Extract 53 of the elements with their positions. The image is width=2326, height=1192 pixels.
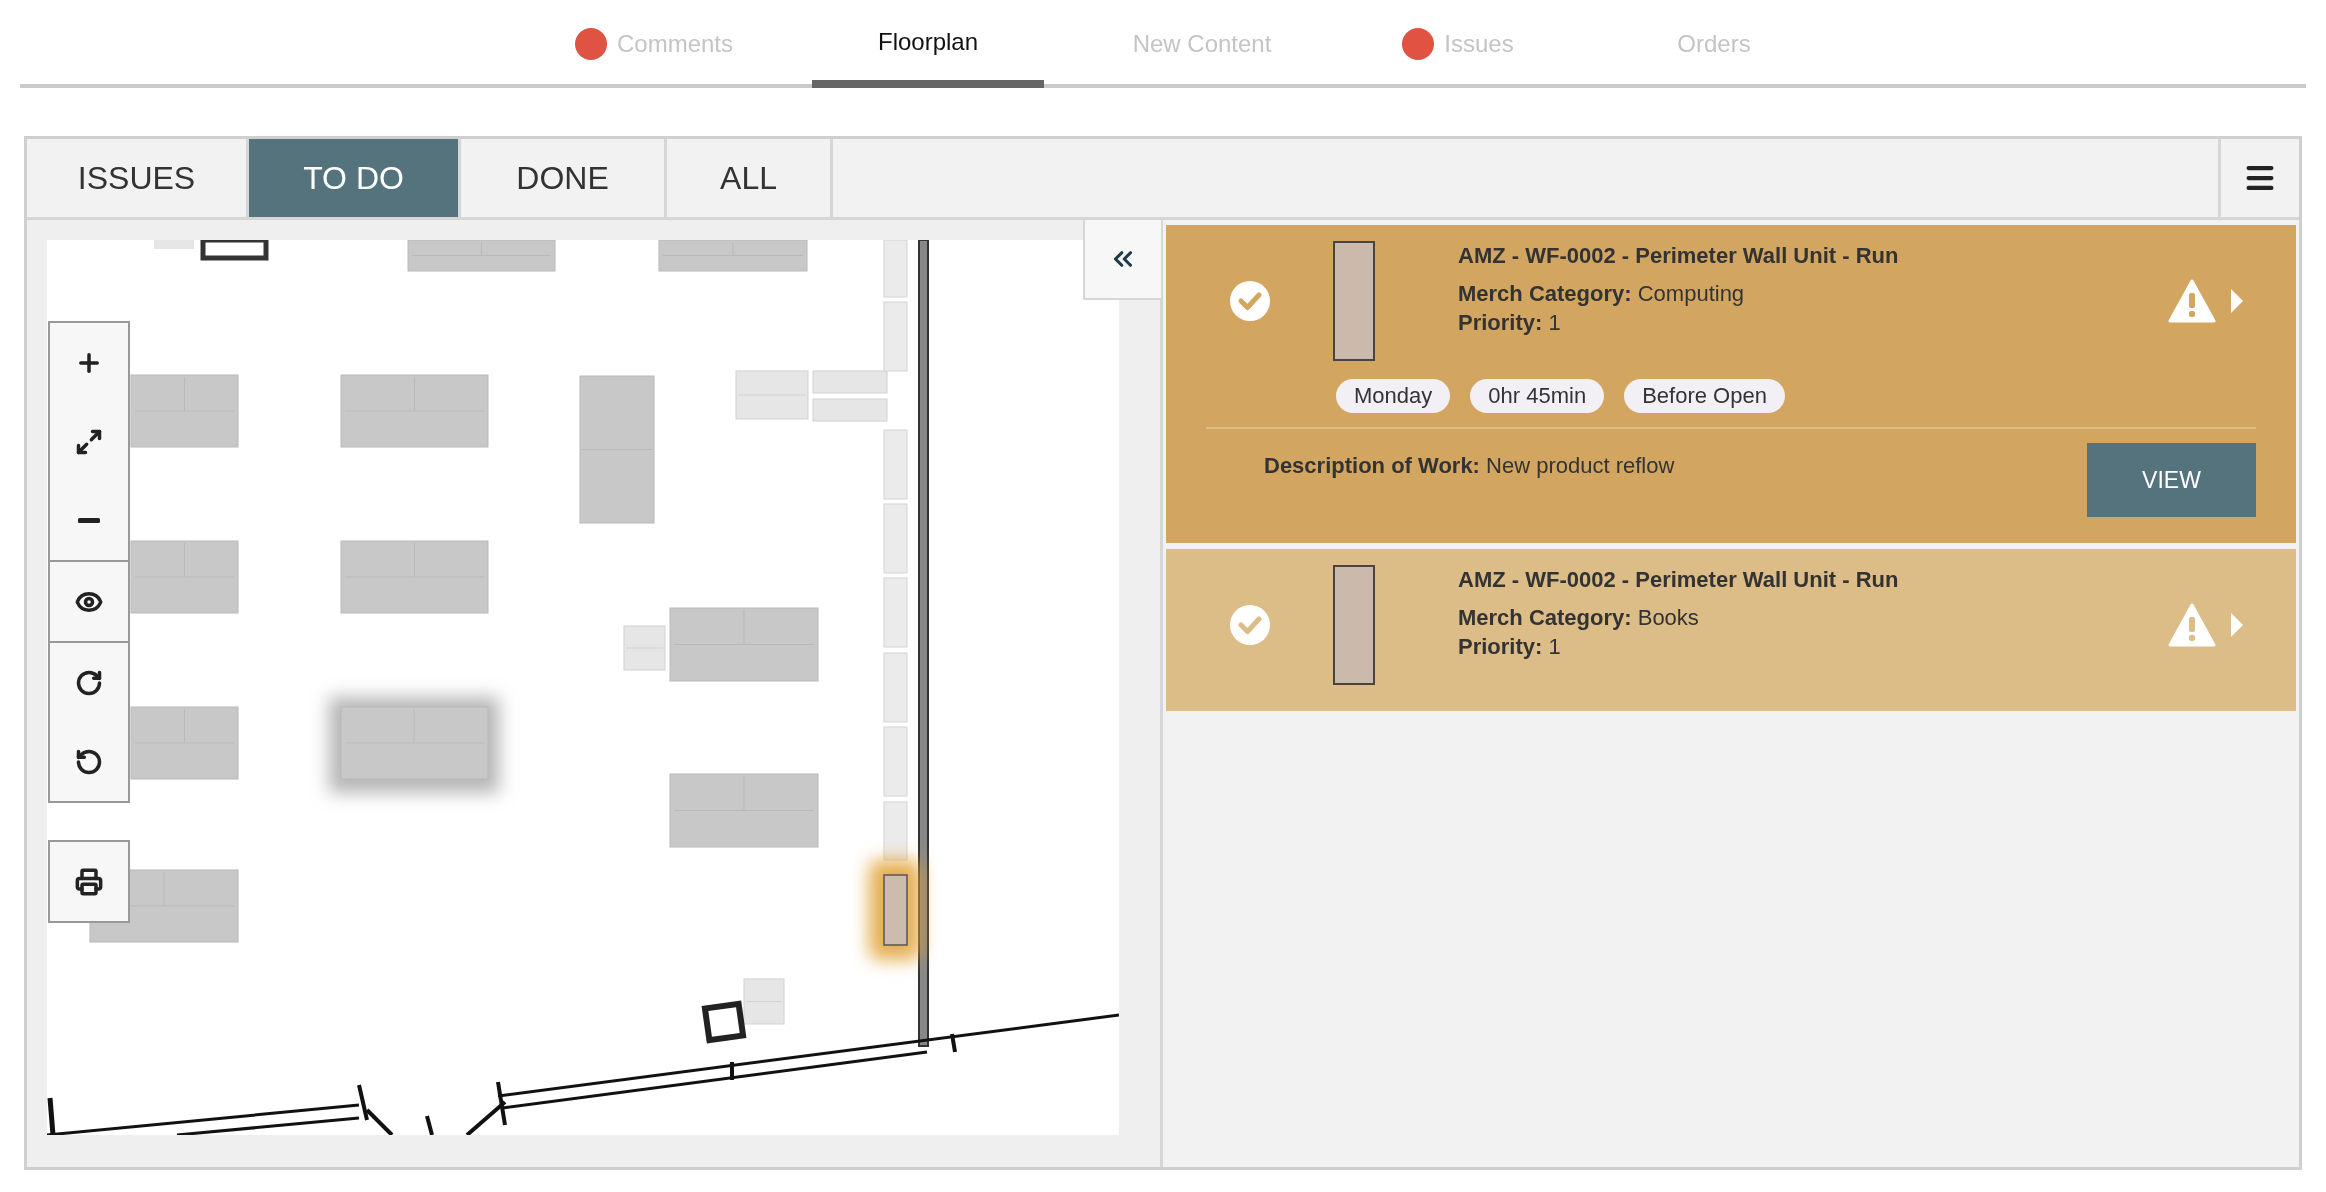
wall-line [425,1115,434,1135]
wall-shelf-unit[interactable] [883,577,908,648]
shelf-unit[interactable] [735,370,809,420]
wall-shelf-unit[interactable] [883,652,908,723]
shelf-unit[interactable] [812,398,888,422]
shelf-unit[interactable] [340,540,489,614]
wall-shelf-unit[interactable] [883,429,908,500]
filter-tab[interactable]: TO DO [249,139,461,217]
shelf-unit[interactable] [579,375,655,524]
task-card[interactable]: AMZ - WF-0002 - Perimeter Wall Unit - Run Merch Category: Books Priority: 1 [1166,549,2296,711]
wall-shelf-unit[interactable] [883,726,908,797]
caret-right-icon [2230,612,2244,638]
merch-category: Merch Category: Computing [1458,280,1746,308]
view-button[interactable]: VIEW [2087,443,2256,517]
shelf-unit[interactable] [812,370,888,394]
nav-tab[interactable]: Floorplan [812,0,1044,88]
warning-icon [2168,279,2216,323]
wall-shelf-unit[interactable] [883,301,908,372]
work-description: Description of Work: New product reflow [1263,452,1675,480]
shelf-unit[interactable] [669,773,819,848]
caret-right-icon [2230,288,2244,314]
task-title: AMZ - WF-0002 - Perimeter Wall Unit - Run [1458,566,1900,594]
print-button[interactable] [50,842,128,921]
task-card[interactable]: AMZ - WF-0002 - Perimeter Wall Unit - Run Merch Category: Computing Priority: 1 Monday 0hr 45min Before Open Description of Work: New product reflow VIEW [1166,225,2296,543]
zoom-out-icon [78,518,100,523]
highlighted-shelf-unit[interactable] [329,697,499,793]
task-title: AMZ - WF-0002 - Perimeter Wall Unit - Run [1458,242,1900,270]
tag-pill: Before Open [1624,379,1785,413]
shelf-unit[interactable] [407,240,556,272]
shelf-unit[interactable] [623,625,666,671]
wall-shelf-unit[interactable] [883,503,908,574]
wall-shelf-unit[interactable] [883,240,908,298]
selected-fixture[interactable] [869,860,921,960]
warning-icon [2168,603,2216,647]
tag-pill: 0hr 45min [1470,379,1605,413]
rotate-right-icon [75,668,103,697]
check-circle-icon [1229,604,1271,646]
shelf-unit[interactable] [340,374,489,448]
priority: Priority: 1 [1458,309,1562,337]
collapse-button[interactable] [1083,220,1163,300]
priority: Priority: 1 [1458,633,1562,661]
column [200,240,269,261]
check-circle-icon [1229,280,1271,322]
shelf-unit[interactable] [669,607,819,682]
column [701,1000,747,1044]
fit-icon [75,427,103,456]
shelf-unit[interactable] [658,240,808,272]
rotate-left-icon [75,747,103,776]
wall-shelf-unit[interactable] [883,801,908,861]
shelf-unit[interactable] [743,978,785,1025]
print-icon [75,867,103,896]
merch-category: Merch Category: Books [1458,604,1700,632]
tag-pill: Monday [1336,379,1451,413]
